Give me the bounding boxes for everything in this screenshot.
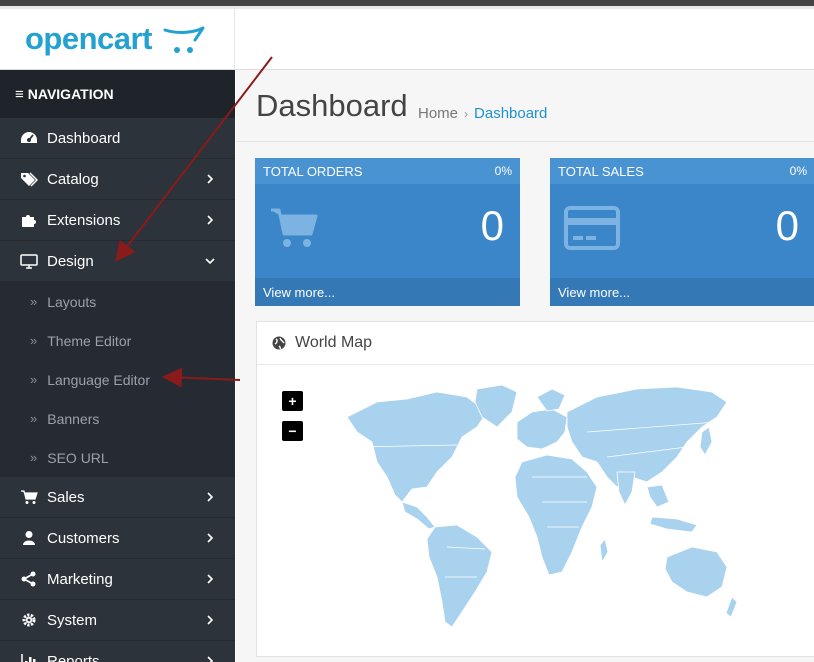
sidebar-item-dashboard[interactable]: Dashboard [0, 118, 235, 159]
chevron-right-icon [207, 174, 214, 184]
credit-card-icon [564, 206, 620, 250]
breadcrumb: Home › Dashboard [418, 105, 547, 122]
tile-value: 0 [480, 202, 504, 249]
view-more-link[interactable]: View more... [255, 278, 520, 306]
chevron-right-icon [207, 215, 214, 225]
cart-icon [20, 488, 38, 506]
double-chevron-icon: » [30, 411, 38, 426]
total-orders-tile: TOTAL ORDERS 0% 0 View more... [255, 158, 520, 306]
page-header: Dashboard Home › Dashboard [236, 70, 814, 142]
page-title: Dashboard [256, 88, 408, 123]
sidebar-item-marketing[interactable]: Marketing [0, 559, 235, 600]
sidebar-item-label: Customers [47, 529, 120, 547]
window-top-strip [0, 0, 814, 9]
tile-percent: 0% [789, 164, 807, 178]
sidebar-item-catalog[interactable]: Catalog [0, 159, 235, 200]
submenu-item-banners[interactable]: » Banners [0, 399, 235, 438]
breadcrumb-current[interactable]: Dashboard [474, 105, 547, 122]
monitor-icon [20, 252, 38, 270]
submenu-item-language-editor[interactable]: » Language Editor [0, 360, 235, 399]
main-content: Dashboard Home › Dashboard TOTAL ORDERS … [236, 70, 814, 662]
design-submenu: » Layouts » Theme Editor » Language Editor … [0, 282, 235, 477]
sidebar-item-reports[interactable]: Reports [0, 641, 235, 662]
sidebar-item-label: Extensions [47, 211, 121, 229]
sidebar-item-label: Marketing [47, 570, 113, 588]
sidebar-item-design[interactable]: Design [0, 241, 235, 282]
globe-icon [272, 336, 286, 350]
tile-body: 0 [550, 184, 814, 278]
tile-title: TOTAL ORDERS [263, 163, 363, 179]
navigation-heading: ≡ NAVIGATION [0, 70, 235, 118]
tags-icon [20, 170, 38, 188]
panel-heading: World Map [257, 322, 814, 365]
world-map[interactable] [317, 377, 737, 637]
logo-cart-icon [163, 26, 205, 53]
user-icon [20, 529, 38, 547]
breadcrumb-separator: › [464, 106, 469, 121]
submenu-item-theme-editor[interactable]: » Theme Editor [0, 321, 235, 360]
chevron-right-icon [207, 615, 214, 625]
breadcrumb-home[interactable]: Home [418, 105, 458, 122]
chevron-right-icon [207, 656, 214, 662]
menu-bars-icon: ≡ [15, 85, 24, 103]
submenu-item-seo-url[interactable]: » SEO URL [0, 438, 235, 477]
sidebar-item-sales[interactable]: Sales [0, 477, 235, 518]
gear-icon [20, 611, 38, 629]
chevron-right-icon [207, 492, 214, 502]
chevron-right-icon [207, 533, 214, 543]
puzzle-icon [20, 211, 38, 229]
chevron-right-icon [207, 574, 214, 584]
chevron-down-icon [205, 258, 215, 265]
tile-header: TOTAL ORDERS 0% [255, 158, 520, 184]
sidebar-item-label: Sales [47, 488, 85, 506]
double-chevron-icon: » [30, 372, 38, 387]
logo-text: opencart [25, 21, 152, 56]
double-chevron-icon: » [30, 450, 38, 465]
tile-header: TOTAL SALES 0% [550, 158, 814, 184]
tile-body: 0 [255, 184, 520, 278]
double-chevron-icon: » [30, 333, 38, 348]
header: opencart [0, 9, 814, 70]
sidebar: ≡ NAVIGATION Dashboard Catalog Extension… [0, 70, 235, 662]
world-map-panel: World Map + − [256, 321, 814, 657]
bar-chart-icon [20, 652, 38, 662]
sidebar-item-system[interactable]: System [0, 600, 235, 641]
sidebar-item-label: Catalog [47, 170, 99, 188]
share-icon [20, 570, 38, 588]
total-sales-tile: TOTAL SALES 0% 0 View more... [550, 158, 814, 306]
sidebar-item-label: Design [47, 252, 94, 270]
sidebar-item-label: Dashboard [47, 129, 121, 147]
submenu-item-layouts[interactable]: » Layouts [0, 282, 235, 321]
sidebar-item-label: Reports [47, 652, 100, 662]
dashboard-icon [20, 129, 38, 147]
logo[interactable]: opencart [0, 9, 235, 70]
double-chevron-icon: » [30, 294, 38, 309]
tile-title: TOTAL SALES [558, 163, 644, 179]
shopping-cart-icon [271, 208, 318, 247]
tile-percent: 0% [494, 164, 512, 178]
tile-value: 0 [775, 202, 799, 249]
sidebar-item-label: System [47, 611, 98, 629]
sidebar-item-extensions[interactable]: Extensions [0, 200, 235, 241]
view-more-link[interactable]: View more... [550, 278, 814, 306]
map-zoom-in-button[interactable]: + [282, 391, 303, 411]
panel-title: World Map [295, 334, 373, 351]
map-zoom-out-button[interactable]: − [282, 421, 303, 441]
sidebar-item-customers[interactable]: Customers [0, 518, 235, 559]
